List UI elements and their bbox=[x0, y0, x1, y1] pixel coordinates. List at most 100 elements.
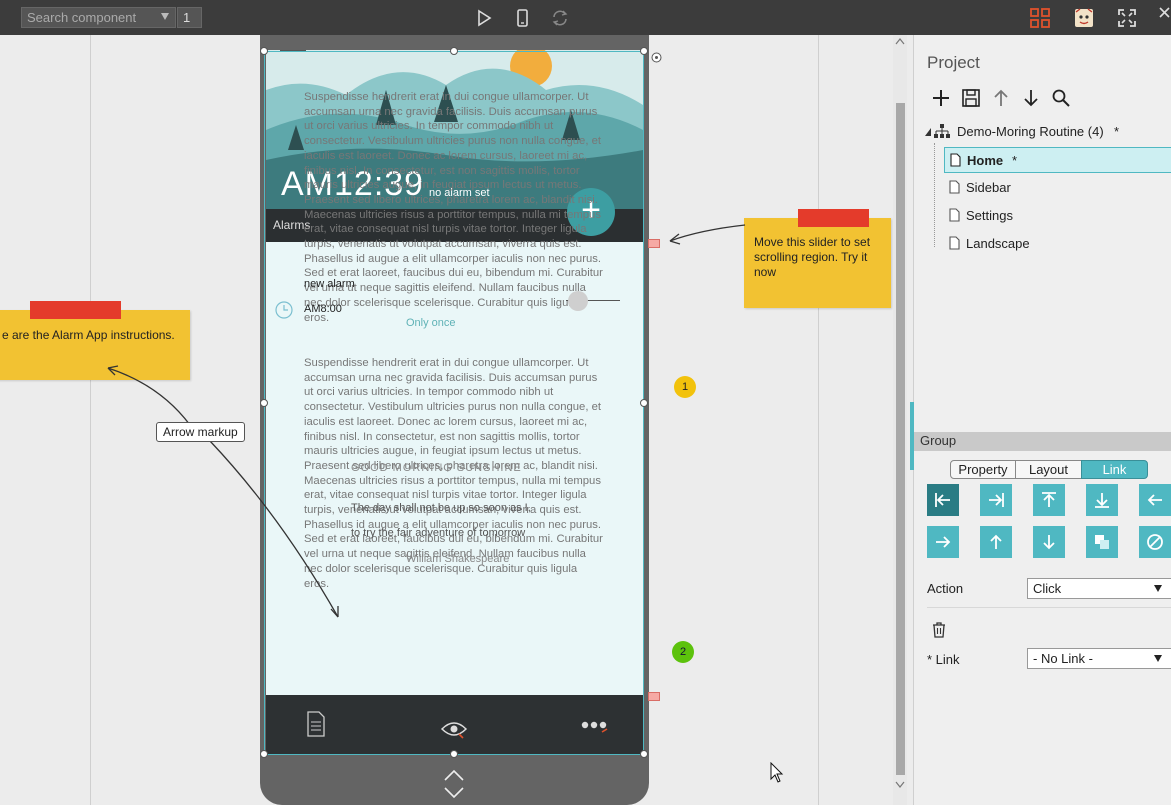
tab-layout[interactable]: Layout bbox=[1015, 460, 1082, 479]
scroll-down-icon[interactable] bbox=[895, 781, 905, 789]
group-label: Group bbox=[920, 433, 957, 448]
grid-view-icon[interactable] bbox=[1030, 8, 1050, 28]
arrow-up-icon bbox=[990, 534, 1002, 549]
link-slide-up-button[interactable] bbox=[1033, 484, 1065, 516]
scroll-region-pin[interactable] bbox=[648, 692, 660, 701]
search-placeholder: Search component bbox=[27, 10, 137, 25]
bottom-nav-bar bbox=[266, 695, 643, 754]
scroll-region-pin[interactable] bbox=[648, 239, 660, 248]
clock-icon bbox=[275, 301, 293, 319]
play-icon[interactable] bbox=[474, 8, 494, 28]
chevron-down-icon[interactable] bbox=[1154, 585, 1162, 592]
tree-page-landscape[interactable]: Landscape bbox=[944, 231, 1171, 257]
tree-page-home[interactable]: Home * bbox=[944, 147, 1171, 173]
tree-page-sidebar[interactable]: Sidebar bbox=[944, 175, 1171, 201]
tab-property[interactable]: Property bbox=[950, 460, 1016, 479]
tree-page-settings[interactable]: Settings bbox=[944, 203, 1171, 229]
top-toolbar: Search component 1 bbox=[0, 0, 1171, 35]
search-icon[interactable] bbox=[1051, 88, 1071, 108]
sitemap-icon bbox=[934, 124, 950, 138]
canvas-scrollbar[interactable] bbox=[893, 35, 907, 805]
move-up-icon[interactable] bbox=[991, 88, 1011, 108]
action-value: Click bbox=[1033, 581, 1062, 596]
arrow-right-icon bbox=[936, 536, 951, 548]
chevron-down-icon[interactable] bbox=[161, 13, 169, 20]
device-preview-icon[interactable] bbox=[512, 8, 532, 28]
save-icon[interactable] bbox=[961, 88, 981, 108]
add-page-icon[interactable] bbox=[931, 88, 951, 108]
expand-icon[interactable] bbox=[442, 768, 466, 800]
link-slide-right-button[interactable] bbox=[980, 484, 1012, 516]
arrow-to-left-icon bbox=[935, 493, 950, 507]
arrow-markup-label[interactable]: Arrow markup bbox=[156, 422, 245, 442]
scroll-up-icon[interactable] bbox=[895, 37, 905, 45]
more-icon[interactable] bbox=[580, 719, 610, 735]
guide-line bbox=[818, 35, 819, 805]
scrollbar-thumb[interactable] bbox=[896, 103, 905, 775]
step-badge[interactable]: 2 bbox=[672, 641, 694, 663]
project-name: Demo-Moring Routine (4) bbox=[957, 124, 1104, 139]
arrow-to-top-icon bbox=[1042, 492, 1056, 507]
resize-handle[interactable] bbox=[640, 750, 648, 758]
page-icon bbox=[949, 180, 960, 194]
page-number-input[interactable]: 1 bbox=[177, 7, 202, 28]
guide-line bbox=[90, 35, 91, 805]
chevron-down-icon[interactable] bbox=[1154, 655, 1162, 662]
link-value: - No Link - bbox=[1033, 651, 1093, 666]
link-fade-button[interactable] bbox=[1086, 526, 1118, 558]
close-icon[interactable] bbox=[1158, 6, 1171, 19]
link-push-left-button[interactable] bbox=[1139, 484, 1171, 516]
device-screen[interactable]: AM12:39 no alarm set Alarms + Suspendiss… bbox=[266, 50, 643, 754]
resize-handle[interactable] bbox=[640, 399, 648, 407]
link-push-right-button[interactable] bbox=[927, 526, 959, 558]
document-icon[interactable] bbox=[306, 710, 326, 738]
link-label: * Link bbox=[927, 652, 960, 667]
trash-icon[interactable] bbox=[931, 621, 947, 638]
quote-line: to try the fair adventure of tomorrow bbox=[351, 527, 526, 539]
resize-handle[interactable] bbox=[260, 47, 268, 55]
link-slide-down-button[interactable] bbox=[1086, 484, 1118, 516]
sticky-note-slider-hint[interactable]: Move this slider to set scrolling region… bbox=[744, 209, 891, 308]
rotate-icon[interactable] bbox=[550, 8, 570, 28]
resize-handle[interactable] bbox=[260, 750, 268, 758]
page-name: Home bbox=[967, 153, 1004, 168]
group-section-header[interactable]: Group bbox=[914, 432, 1171, 451]
sticky-note-tab bbox=[30, 301, 121, 319]
arrow-to-bottom-icon bbox=[1095, 493, 1109, 508]
link-push-down-button[interactable] bbox=[1033, 526, 1065, 558]
arrow-left-icon bbox=[1147, 494, 1162, 506]
page-icon bbox=[949, 208, 960, 222]
panel-title: Project bbox=[927, 53, 980, 72]
design-canvas[interactable]: e are the Alarm App instructions. AM12:3… bbox=[0, 35, 893, 805]
page-name: Settings bbox=[966, 208, 1013, 223]
sticky-note-tab bbox=[798, 209, 869, 227]
page-icon bbox=[949, 236, 960, 250]
tree-project-root[interactable]: Demo-Moring Routine (4) * bbox=[924, 119, 1171, 145]
resize-handle[interactable] bbox=[640, 47, 648, 55]
step-badge[interactable]: 1 bbox=[674, 376, 696, 398]
tab-link[interactable]: Link bbox=[1081, 460, 1148, 479]
eye-icon[interactable] bbox=[440, 719, 468, 739]
fullscreen-icon[interactable] bbox=[1117, 8, 1137, 28]
component-search-input[interactable]: Search component bbox=[21, 7, 176, 28]
arrow-down-icon bbox=[1043, 535, 1055, 550]
link-push-up-button[interactable] bbox=[980, 526, 1012, 558]
move-down-icon[interactable] bbox=[1021, 88, 1041, 108]
page-icon bbox=[950, 153, 961, 167]
collapse-triangle-icon[interactable] bbox=[924, 127, 932, 137]
alarm-toggle-knob[interactable] bbox=[568, 291, 588, 311]
resize-handle[interactable] bbox=[260, 399, 268, 407]
link-target-select[interactable]: - No Link - bbox=[1027, 648, 1171, 669]
avatar-icon[interactable] bbox=[1074, 8, 1094, 28]
link-slide-left-button[interactable] bbox=[927, 484, 959, 516]
unsaved-mark: * bbox=[1012, 153, 1018, 168]
rotate-handle-icon[interactable] bbox=[651, 52, 662, 63]
action-label: Action bbox=[927, 581, 964, 596]
resize-handle[interactable] bbox=[450, 750, 458, 758]
divider bbox=[927, 607, 1171, 608]
sticky-note-instructions[interactable]: e are the Alarm App instructions. bbox=[0, 301, 190, 380]
quote-author: William Shakespeare bbox=[406, 553, 510, 565]
link-none-button[interactable] bbox=[1139, 526, 1171, 558]
resize-handle[interactable] bbox=[450, 47, 458, 55]
action-select[interactable]: Click bbox=[1027, 578, 1171, 599]
